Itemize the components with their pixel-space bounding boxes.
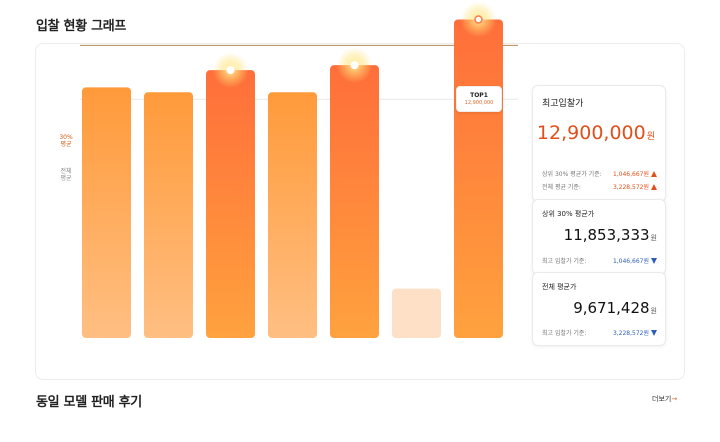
max-bid-card: 최고입찰가 12,900,000원 상위 30% 평균가 기준: 1,046,6… — [532, 85, 666, 202]
max-bid-value: 12,900,000원 — [536, 122, 655, 144]
top30-vs-max-row: 최고 입찰가 기준: 1,046,667원 — [542, 256, 657, 265]
bid-bar-3[interactable] — [206, 70, 255, 338]
top30-avg-value: 11,853,333원 — [563, 226, 657, 244]
bar-point-7 — [474, 15, 483, 24]
top30-avg-title: 상위 30% 평균가 — [542, 210, 595, 218]
bid-bar-1[interactable] — [82, 87, 131, 338]
top1-callout: TOP1 12,900,000 — [456, 86, 502, 112]
reviews-title: 동일 모델 판매 후기 — [36, 395, 142, 410]
max-vs-avg-row: 전체 평균 기준: 3,228,572원 — [542, 182, 657, 191]
top1-value: 12,900,000 — [464, 100, 494, 106]
bid-bar-4[interactable] — [268, 92, 317, 338]
arrow-down-icon — [651, 258, 657, 264]
overall-avg-value: 9,671,428원 — [573, 299, 657, 317]
bid-bar-2[interactable] — [144, 92, 193, 338]
bar-point-5 — [350, 61, 359, 70]
top30-line-label: 30% 평균 — [59, 134, 73, 148]
overall-avg-card: 전체 평균가 9,671,428원 최고 입찰가 기준: 3,228,572원 — [532, 272, 666, 346]
avg-line-label: 전체 평균 — [60, 168, 72, 182]
max-bid-title: 최고입찰가 — [542, 99, 584, 109]
bid-bar-7[interactable] — [454, 19, 503, 338]
arrow-up-icon — [651, 171, 657, 177]
top30-avg-card: 상위 30% 평균가 11,853,333원 최고 입찰가 기준: 1,046,… — [532, 199, 666, 275]
more-reviews-link[interactable]: 더보기→ — [652, 394, 677, 404]
bar-point-3 — [226, 66, 235, 75]
overall-avg-title: 전체 평균가 — [542, 283, 577, 291]
arrow-right-icon: → — [671, 395, 678, 403]
bid-bar-6[interactable] — [392, 288, 441, 338]
arrow-down-icon — [651, 330, 657, 336]
arrow-up-icon — [651, 184, 657, 190]
top1-label: TOP1 — [470, 92, 488, 99]
avg-vs-max-row: 최고 입찰가 기준: 3,228,572원 — [542, 328, 657, 337]
bid-bar-5[interactable] — [330, 65, 379, 339]
max-vs-top30-row: 상위 30% 평균가 기준: 1,046,667원 — [542, 169, 657, 178]
